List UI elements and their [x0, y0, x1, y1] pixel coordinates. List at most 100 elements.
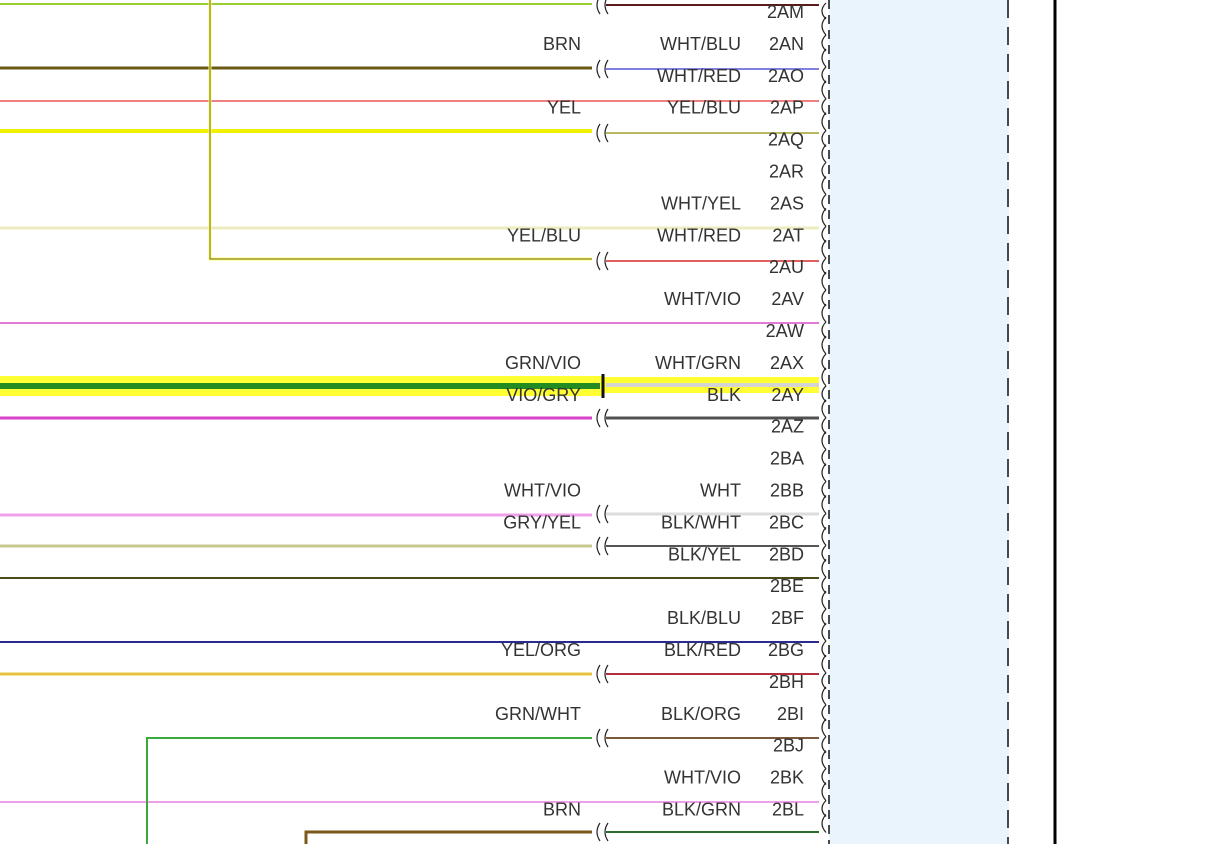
wire-color-label: BLK/RED	[664, 640, 741, 660]
mate-wire-color-label: YEL/ORG	[501, 640, 581, 660]
terminal-icon	[821, 654, 827, 674]
pin-number: 2BE	[770, 576, 804, 596]
pin-number: 2BF	[771, 608, 804, 628]
terminal-icon	[821, 814, 827, 833]
pin-number: 2AX	[770, 353, 804, 373]
pin-labels: 2AM 2AN WHT/BLU BRN 2AO WHT/RED 2AP YEL/BLU YEL 2…	[495, 2, 804, 820]
terminal-icon	[821, 2, 827, 20]
terminal-icon	[821, 289, 827, 307]
terminal-icon	[821, 544, 827, 562]
inline-connectors	[596, 0, 609, 842]
wire-grn-wht-2bi	[146, 737, 592, 844]
terminal-icon	[821, 704, 827, 722]
terminal-icon	[821, 576, 827, 594]
pin-number: 2AM	[767, 2, 804, 22]
pin-number: 2AQ	[768, 130, 804, 150]
terminal-icon	[821, 34, 827, 52]
terminal-icon	[821, 590, 827, 610]
terminal-icon	[821, 399, 827, 419]
pin-number: 2BI	[777, 704, 804, 724]
terminal-icon	[821, 622, 827, 642]
terminal-icon	[821, 736, 827, 754]
pin-number: 2BJ	[773, 736, 804, 756]
pin-number: 2AR	[769, 162, 804, 182]
terminal-icon	[821, 271, 827, 291]
wire-color-label: WHT/RED	[657, 66, 741, 86]
pin-number: 2AN	[769, 34, 804, 54]
terminal-icon	[821, 640, 827, 658]
pin-number: 2BH	[769, 672, 804, 692]
terminal-icon	[821, 608, 827, 626]
wire-color-label: BLK/GRN	[662, 800, 741, 820]
wire-color-label: WHT/VIO	[664, 289, 741, 309]
mate-wire-color-label: GRN/VIO	[505, 353, 581, 373]
terminal-icon	[821, 463, 827, 482]
terminal-icon	[821, 257, 827, 275]
terminal-icon	[821, 431, 827, 451]
terminal-icon	[821, 417, 827, 435]
terminal-icon	[821, 16, 827, 36]
terminal-icon	[821, 48, 827, 68]
wiring-diagram: 2AM 2AN WHT/BLU BRN 2AO WHT/RED 2AP YEL/BLU YEL 2…	[0, 0, 1057, 844]
pin-number: 2BD	[769, 544, 804, 564]
pin-number: 2AZ	[771, 417, 804, 437]
mate-wire-color-label: YEL	[547, 98, 581, 118]
terminal-icon	[821, 225, 827, 243]
mate-wire-color-label: GRN/WHT	[495, 704, 581, 724]
wire-color-label: BLK/BLU	[667, 608, 741, 628]
terminal-icon	[821, 208, 827, 227]
mate-wire-color-label: GRY/YEL	[503, 512, 581, 532]
pin-number: 2BK	[770, 768, 804, 788]
terminal-icon	[821, 335, 827, 355]
terminal-icon	[821, 527, 827, 546]
terminal-icon	[821, 353, 827, 371]
terminal-icon	[821, 800, 827, 817]
pin-number: 2BC	[769, 512, 804, 532]
terminal-icon	[821, 672, 827, 690]
mate-wire-color-label: WHT/VIO	[504, 481, 581, 501]
highlighted-circuit[interactable]	[0, 374, 819, 398]
connector-terminals	[821, 2, 827, 833]
terminal-icon	[821, 112, 827, 132]
terminal-icon	[821, 512, 827, 530]
pin-number: 2BL	[772, 800, 804, 820]
terminal-icon	[821, 367, 827, 387]
terminal-icon	[821, 449, 827, 467]
terminal-icon	[821, 782, 827, 801]
pin-number: 2AT	[772, 225, 804, 245]
wire-color-label: WHT	[700, 481, 741, 501]
terminal-icon	[821, 176, 827, 195]
pin-number: 2AY	[771, 385, 804, 405]
terminal-icon	[821, 385, 827, 403]
terminal-icon	[821, 98, 827, 116]
terminal-icon	[821, 495, 827, 514]
pin-number: 2BA	[770, 449, 804, 469]
terminal-icon	[821, 686, 827, 706]
mate-wire-color-label: BRN	[543, 800, 581, 820]
wire-color-label: BLK/WHT	[661, 512, 741, 532]
terminal-icon	[821, 239, 827, 259]
pin-number: 2AW	[766, 321, 804, 341]
mate-wire-color-label: VIO/GRY	[506, 385, 581, 405]
wire-color-label: YEL/BLU	[667, 98, 741, 118]
terminal-icon	[821, 144, 827, 163]
mate-wire-color-label: YEL/BLU	[507, 225, 581, 245]
pin-number: 2AP	[770, 98, 804, 118]
pin-number: 2BG	[768, 640, 804, 660]
terminal-icon	[821, 718, 827, 738]
terminal-icon	[821, 481, 827, 498]
wire-color-label: BLK/YEL	[668, 544, 741, 564]
wire-brn-2bl	[304, 830, 592, 844]
wire-color-label: WHT/BLU	[660, 34, 741, 54]
pin-number: 2AO	[768, 66, 804, 86]
terminal-icon	[821, 193, 827, 211]
terminal-icon	[821, 162, 827, 179]
terminal-icon	[821, 321, 827, 339]
inline-connector-icon	[596, 0, 609, 15]
wire-color-label: WHT/RED	[657, 225, 741, 245]
pin-number: 2AV	[771, 289, 804, 309]
pin-number: 2AS	[770, 193, 804, 213]
wire-color-label: WHT/GRN	[655, 353, 741, 373]
pin-number: 2AU	[769, 257, 804, 277]
wire-color-label: WHT/YEL	[661, 193, 741, 213]
